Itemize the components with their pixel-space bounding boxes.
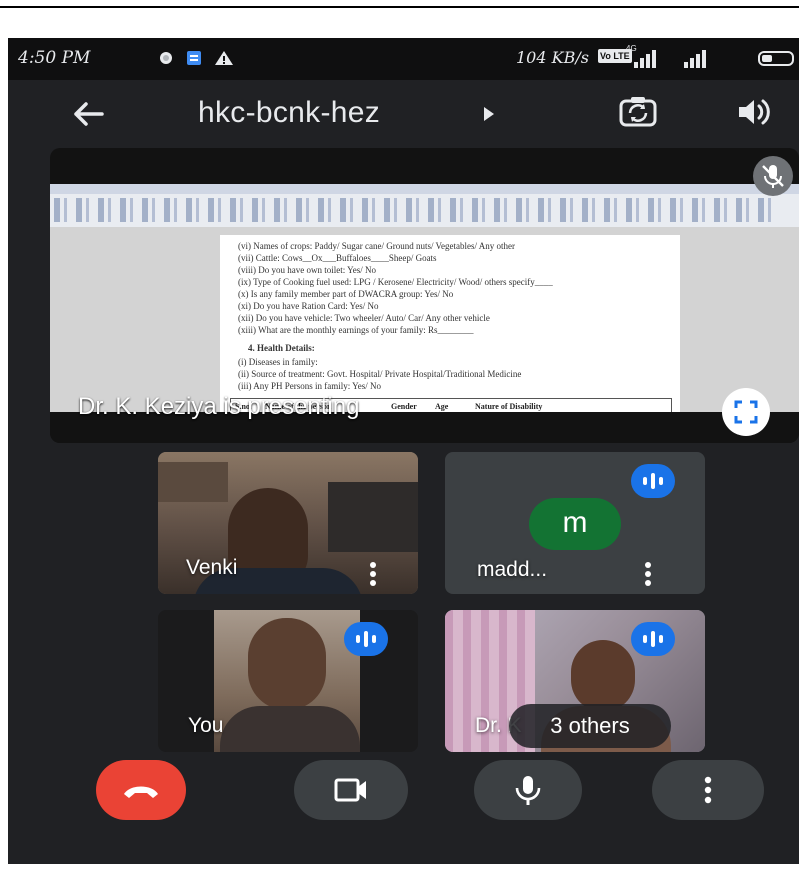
more-vertical-icon[interactable]	[370, 562, 376, 586]
notification-dot-icon	[160, 52, 172, 64]
doc-line: (i) Diseases in family:	[238, 357, 318, 367]
warning-icon	[215, 51, 233, 65]
fullscreen-icon[interactable]	[722, 388, 770, 436]
others-count-badge[interactable]: 3 others	[509, 704, 671, 748]
participant-tile-you[interactable]: You	[158, 610, 418, 752]
table-header-cell: Gender	[391, 402, 417, 411]
speaker-icon[interactable]	[736, 94, 772, 130]
speaking-indicator-icon	[631, 622, 675, 656]
mic-off-icon	[753, 156, 793, 196]
doc-line: (vi) Names of crops: Paddy/ Sugar cane/ …	[238, 241, 516, 251]
doc-line: (x) Is any family member part of DWACRA …	[238, 289, 454, 299]
video-camera-icon	[334, 778, 366, 802]
presenter-label: Dr. K. Keziya is presenting	[78, 393, 360, 420]
status-bar: 4:50 PM 104 KB/s Vo LTE 4G	[8, 38, 799, 80]
participant-tile-dr-k[interactable]: Dr. K 3 others	[445, 610, 705, 752]
doc-line: (ii) Source of treatment: Govt. Hospital…	[238, 369, 522, 379]
meeting-code[interactable]: hkc-bcnk-hez	[198, 96, 380, 130]
doc-line: (xi) Do you have Ration Card: Yes/ No	[238, 301, 379, 311]
participant-name: You	[188, 714, 224, 737]
app-notification-icon	[187, 51, 201, 65]
participant-body	[220, 706, 360, 752]
doc-line: (ix) Type of Cooking fuel used: LPG / Ke…	[238, 277, 553, 287]
arrow-left-icon[interactable]	[68, 94, 108, 134]
presentation-view[interactable]: (vi) Names of crops: Paddy/ Sugar cane/ …	[50, 148, 799, 443]
participant-name: madd...	[477, 558, 548, 581]
table-header-cell: Age	[435, 402, 449, 411]
more-vertical-icon[interactable]	[645, 562, 651, 586]
background-object	[328, 482, 418, 552]
doc-line: (iii) Any PH Persons in family: Yes/ No	[238, 381, 382, 391]
phone-hangup-icon	[124, 786, 158, 798]
network-speed: 104 KB/s	[516, 48, 589, 67]
phone-screen: 4:50 PM 104 KB/s Vo LTE 4G hkc-bcnk-hez	[8, 38, 799, 864]
microphone-icon	[515, 776, 541, 805]
document-page: (vi) Names of crops: Paddy/ Sugar cane/ …	[220, 235, 680, 413]
more-vertical-icon	[704, 776, 712, 804]
more-options-button[interactable]	[652, 760, 764, 820]
doc-line: (xiii) What are the monthly earnings of …	[238, 325, 474, 335]
status-time: 4:50 PM	[18, 48, 91, 68]
participant-tile-madd[interactable]: m madd...	[445, 452, 705, 594]
signal-2-icon	[684, 50, 706, 68]
play-triangle-icon[interactable]	[484, 107, 494, 121]
avatar: m	[529, 498, 621, 550]
document-ribbon	[54, 198, 774, 222]
top-border	[0, 6, 799, 8]
table-header-cell: Nature of Disability	[475, 402, 543, 411]
participant-name: Venki	[186, 556, 238, 579]
doc-heading: 4. Health Details:	[248, 343, 315, 353]
meeting-header: hkc-bcnk-hez	[8, 80, 799, 150]
participant-face	[248, 618, 326, 710]
speaking-indicator-icon	[631, 464, 675, 498]
battery-icon	[758, 51, 794, 66]
camera-flip-icon[interactable]	[618, 92, 658, 132]
doc-line: (vii) Cattle: Cows__Ox___Buffaloes____Sh…	[238, 253, 437, 263]
participant-face	[571, 640, 635, 712]
shelf	[158, 462, 228, 502]
shared-screen-toolbar	[50, 184, 799, 227]
participant-tile-venki[interactable]: Venki	[158, 452, 418, 594]
browser-tabs	[50, 184, 799, 194]
doc-line: (viii) Do you have own toilet: Yes/ No	[238, 265, 376, 275]
camera-button[interactable]	[294, 760, 408, 820]
microphone-button[interactable]	[474, 760, 582, 820]
doc-line: (xii) Do you have vehicle: Two wheeler/ …	[238, 313, 490, 323]
signal-1-icon	[634, 50, 656, 68]
shared-document: (vi) Names of crops: Paddy/ Sugar cane/ …	[50, 227, 799, 413]
speaking-indicator-icon	[344, 622, 388, 656]
end-call-button[interactable]	[96, 760, 186, 820]
